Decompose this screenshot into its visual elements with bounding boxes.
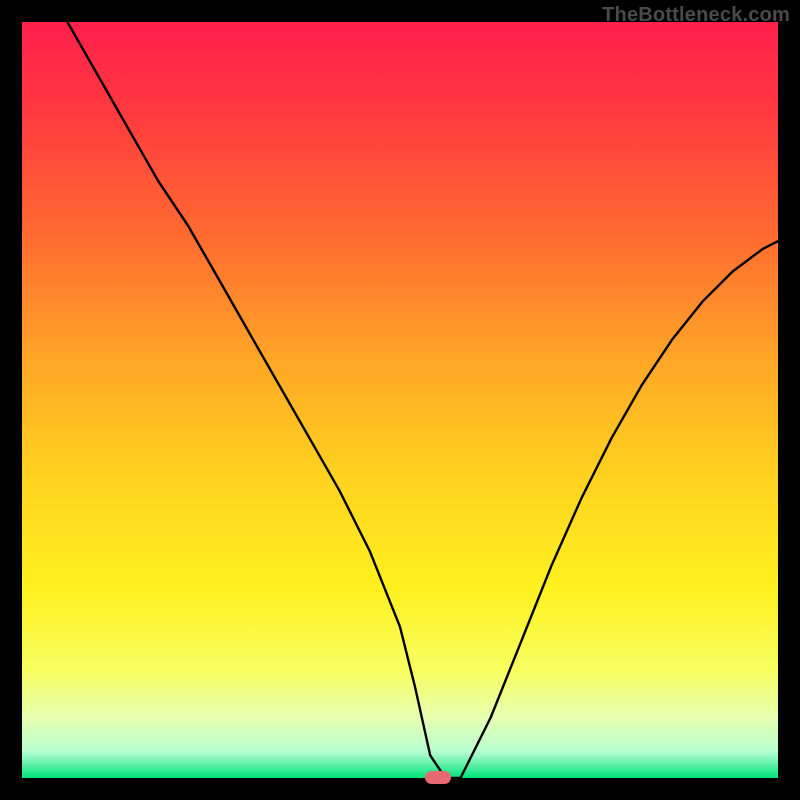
plot-area	[22, 22, 778, 778]
gradient-background	[22, 22, 778, 778]
chart-svg	[22, 22, 778, 778]
chart-frame: TheBottleneck.com	[0, 0, 800, 800]
optimal-marker	[425, 771, 451, 784]
watermark-text: TheBottleneck.com	[602, 4, 790, 27]
